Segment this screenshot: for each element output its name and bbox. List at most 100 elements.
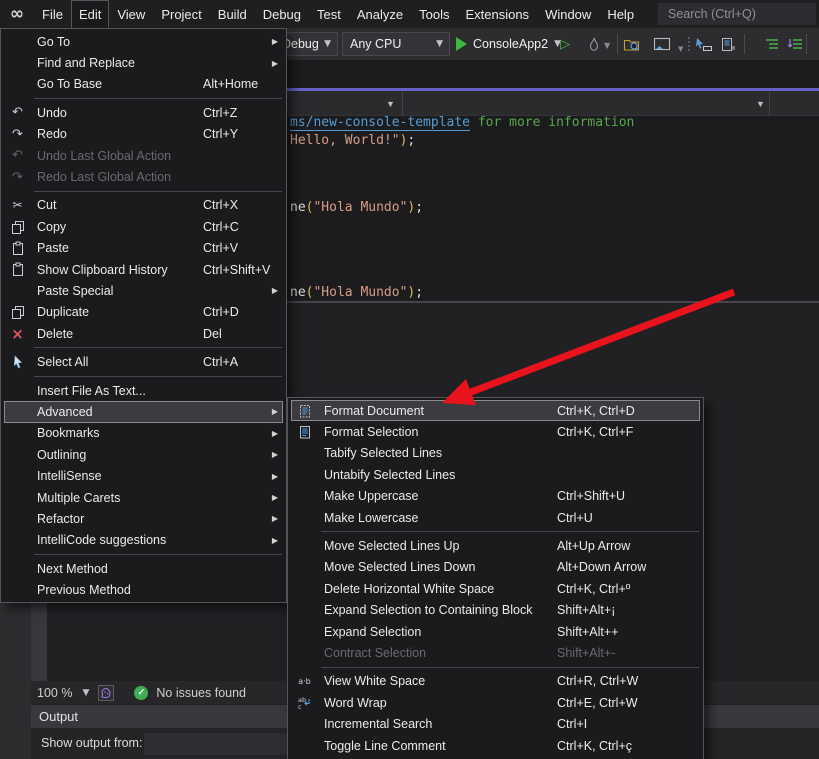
menubar-item-view[interactable]: View xyxy=(109,0,153,28)
menu-item-shortcut: Ctrl+A xyxy=(203,355,238,369)
menu-item-label: Make Lowercase xyxy=(324,511,419,525)
edit-menu-item-bookmarks[interactable]: Bookmarks▶ xyxy=(4,423,283,444)
edit-menu-item-insert-file-as-text[interactable]: Insert File As Text... xyxy=(4,380,283,401)
menu-item-label: Untabify Selected Lines xyxy=(324,468,455,482)
edit-menu-item-cut[interactable]: ✂CutCtrl+X xyxy=(4,195,283,216)
menu-item-label: Copy xyxy=(37,220,66,234)
menu-item-shortcut: Ctrl+I xyxy=(557,717,587,731)
chevron-down-icon[interactable]: ▼ xyxy=(756,99,765,109)
menu-item-label: Undo Last Global Action xyxy=(37,149,171,163)
edit-menu-item-go-to-base[interactable]: Go To BaseAlt+Home xyxy=(4,74,283,95)
menubar-item-edit[interactable]: Edit xyxy=(71,0,109,28)
output-panel-title: Output xyxy=(39,709,78,724)
edit-menu-item-multiple-carets[interactable]: Multiple Carets▶ xyxy=(4,487,283,508)
menubar-item-analyze[interactable]: Analyze xyxy=(349,0,411,28)
edit-menu-item-previous-method[interactable]: Previous Method xyxy=(4,579,283,600)
edit-menu-item-outlining[interactable]: Outlining▶ xyxy=(4,444,283,465)
menu-item-label: Redo Last Global Action xyxy=(37,170,171,184)
menu-item-shortcut: Shift+Alt++ xyxy=(557,625,619,639)
edit-menu-item-find-and-replace[interactable]: Find and Replace ▶ xyxy=(4,52,283,73)
menubar-item-extensions[interactable]: Extensions xyxy=(457,0,537,28)
advanced-submenu-item-make-lowercase[interactable]: Make LowercaseCtrl+U xyxy=(291,507,700,528)
submenu-arrow-icon: ▶ xyxy=(272,59,278,68)
edit-menu-item-next-method[interactable]: Next Method xyxy=(4,558,283,579)
issues-status-text[interactable]: No issues found xyxy=(156,686,246,700)
menubar-item-help[interactable]: Help xyxy=(599,0,642,28)
redo-icon: ↷ xyxy=(4,170,31,185)
chevron-down-icon[interactable]: ▼ xyxy=(386,99,395,109)
document-lines-icon[interactable] xyxy=(718,35,738,53)
edit-menu-item-redo[interactable]: ↷RedoCtrl+Y xyxy=(4,124,283,145)
edit-menu-item-duplicate[interactable]: DuplicateCtrl+D xyxy=(4,302,283,323)
edit-menu-item-refactor[interactable]: Refactor▶ xyxy=(4,508,283,529)
advanced-submenu-item-move-selected-lines-down[interactable]: Move Selected Lines DownAlt+Down Arrow xyxy=(291,557,700,578)
solution-platform-dropdown[interactable]: Any CPU ▼ xyxy=(342,32,450,56)
advanced-submenu-item-untabify-selected-lines[interactable]: Untabify Selected Lines xyxy=(291,464,700,485)
toolbar-separator xyxy=(617,34,618,54)
advanced-submenu-item-toggle-line-comment[interactable]: Toggle Line CommentCtrl+K, Ctrl+ç xyxy=(291,735,700,756)
menu-item-label: Paste xyxy=(37,241,69,255)
advanced-submenu-item-make-uppercase[interactable]: Make UppercaseCtrl+Shift+U xyxy=(291,486,700,507)
edit-menu-item-show-clipboard-history[interactable]: Show Clipboard HistoryCtrl+Shift+V xyxy=(4,259,283,280)
advanced-submenu-item-expand-selection-to-containing-block[interactable]: Expand Selection to Containing BlockShif… xyxy=(291,600,700,621)
zoom-selector[interactable]: 100 % ▼ xyxy=(37,686,89,700)
edit-menu-item-paste[interactable]: PasteCtrl+V xyxy=(4,238,283,259)
edit-menu-item-advanced[interactable]: Advanced▶ xyxy=(4,401,283,422)
advanced-submenu-item-word-wrap[interactable]: abcWord WrapCtrl+E, Ctrl+W xyxy=(291,692,700,713)
health-check-icon: ✓ xyxy=(134,686,148,700)
code-hyperlink[interactable]: ms/new-console-template xyxy=(290,115,470,131)
menubar-item-window[interactable]: Window xyxy=(537,0,599,28)
edit-menu-item-select-all[interactable]: Select All Ctrl+A xyxy=(4,351,283,372)
edit-menu-item-intellicode-suggestions[interactable]: IntelliCode suggestions▶ xyxy=(4,530,283,551)
intellicode-brain-icon xyxy=(100,687,112,699)
menubar: FileEditViewProjectBuildDebugTestAnalyze… xyxy=(34,0,642,28)
configuration-value: Debug xyxy=(282,37,319,51)
search-input[interactable]: Search (Ctrl+Q) xyxy=(658,3,816,25)
menu-item-label: Duplicate xyxy=(37,305,89,319)
advanced-submenu-item-move-selected-lines-up[interactable]: Move Selected Lines UpAlt+Up Arrow xyxy=(291,535,700,556)
edit-menu-item-intellisense[interactable]: IntelliSense▶ xyxy=(4,465,283,486)
menubar-item-debug[interactable]: Debug xyxy=(255,0,309,28)
hot-reload-icon[interactable] xyxy=(584,35,604,53)
advanced-submenu-item-tabify-selected-lines[interactable]: Tabify Selected Lines xyxy=(291,443,700,464)
menu-item-label: Select All xyxy=(37,355,88,369)
window-home-icon[interactable] xyxy=(652,35,672,53)
format-document-icon xyxy=(291,404,318,418)
menu-item-label: Find and Replace xyxy=(37,56,135,70)
folder-search-icon[interactable] xyxy=(621,35,641,53)
menu-separator xyxy=(34,347,282,348)
advanced-submenu-item-view-white-space[interactable]: a·bView White SpaceCtrl+R, Ctrl+W xyxy=(291,671,700,692)
drag-handle-icon[interactable] xyxy=(688,37,690,51)
edit-menu-item-undo[interactable]: ↶UndoCtrl+Z xyxy=(4,102,283,123)
edit-menu-item-copy[interactable]: CopyCtrl+C xyxy=(4,216,283,237)
edit-menu-item-paste-special[interactable]: Paste Special▶ xyxy=(4,280,283,301)
copy-icon xyxy=(4,305,31,319)
menubar-item-build[interactable]: Build xyxy=(210,0,255,28)
advanced-submenu-item-expand-selection[interactable]: Expand SelectionShift+Alt++ xyxy=(291,621,700,642)
advanced-submenu-item-format-selection[interactable]: Format SelectionCtrl+K, Ctrl+F xyxy=(291,421,700,442)
advanced-submenu-item-format-document[interactable]: Format DocumentCtrl+K, Ctrl+D xyxy=(291,400,700,421)
intellicode-button[interactable] xyxy=(98,685,114,701)
edit-menu-item-delete[interactable]: ×DeleteDel xyxy=(4,323,283,344)
start-without-debugging-icon[interactable]: ▷ xyxy=(560,37,570,52)
chevron-down-icon[interactable]: ▼ xyxy=(678,45,683,53)
advanced-submenu-item-delete-horizontal-white-space[interactable]: Delete Horizontal White SpaceCtrl+K, Ctr… xyxy=(291,578,700,599)
code-token: "Hola Mundo" xyxy=(313,285,407,300)
chevron-down-icon[interactable]: ▼ xyxy=(604,41,610,50)
pointer-box-icon[interactable] xyxy=(694,35,714,53)
menubar-item-tools[interactable]: Tools xyxy=(411,0,457,28)
menubar-item-test[interactable]: Test xyxy=(309,0,349,28)
indent-lines-icon[interactable] xyxy=(762,35,782,53)
start-debugging-button[interactable]: ConsoleApp2 ▼ xyxy=(456,32,561,56)
svg-text:c: c xyxy=(298,703,302,710)
advanced-submenu-item-incremental-search[interactable]: Incremental SearchCtrl+I xyxy=(291,713,700,734)
menubar-item-file[interactable]: File xyxy=(34,0,71,28)
menu-item-shortcut: Ctrl+R, Ctrl+W xyxy=(557,674,638,688)
toolbar-separator xyxy=(744,34,745,54)
sort-lines-icon[interactable] xyxy=(785,35,805,53)
menu-item-label: Format Selection xyxy=(324,425,418,439)
titlebar: ∞ FileEditViewProjectBuildDebugTestAnaly… xyxy=(0,0,819,28)
edit-menu-item-go-to[interactable]: Go To▶ xyxy=(4,31,283,52)
menu-item-shortcut: Alt+Down Arrow xyxy=(557,560,646,574)
menubar-item-project[interactable]: Project xyxy=(153,0,209,28)
